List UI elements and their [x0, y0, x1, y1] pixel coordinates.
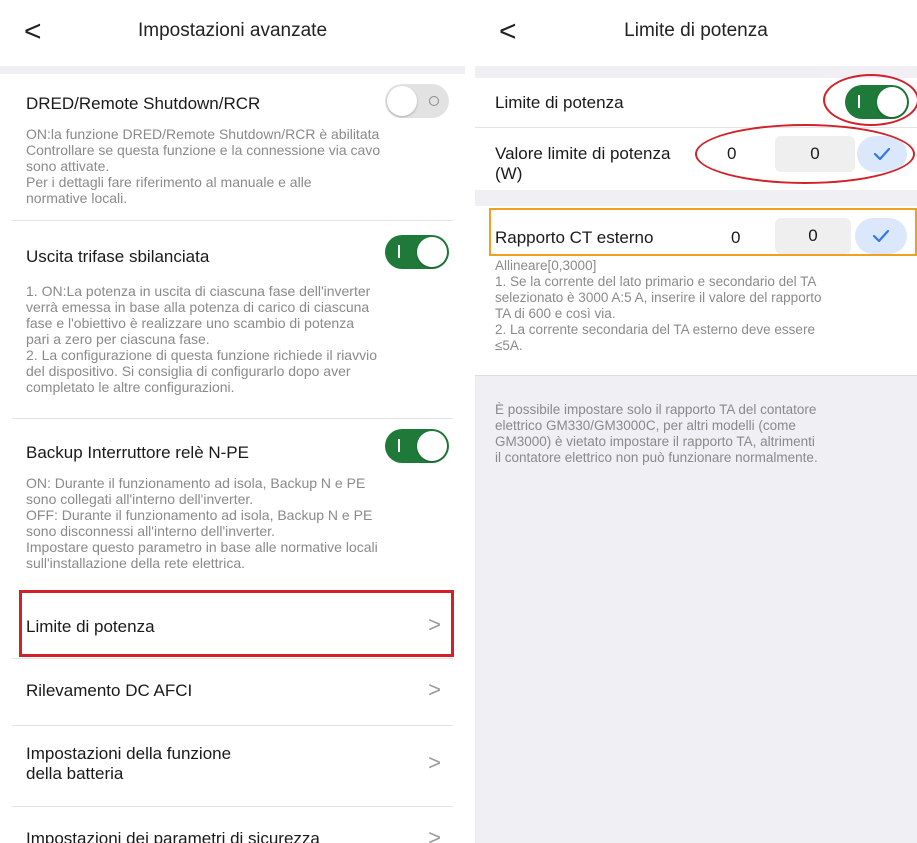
backup-relay-toggle[interactable]: [385, 429, 449, 463]
desc-line: sull'installazione della rete elettrica.: [26, 555, 246, 571]
nav-item-label: Impostazioni dei parametri di sicurezza: [26, 829, 320, 843]
dred-description: ON:la funzione DRED/Remote Shutdown/RCR …: [26, 126, 451, 206]
nav-item-label: Impostazioni della funzione della batter…: [26, 744, 231, 784]
header: < Impostazioni avanzate: [0, 0, 465, 66]
backup-relay-description: ON: Durante il funzionamento ad isola, B…: [26, 475, 451, 571]
desc-line: sono disconnessi all'interno dell'invert…: [26, 523, 275, 539]
power-value-label-line: (W): [495, 164, 523, 183]
chevron-right-icon: >: [428, 825, 441, 843]
desc-line: 1. ON:La potenza in uscita di ciascuna f…: [26, 283, 371, 299]
desc-line: ON:la funzione DRED/Remote Shutdown/RCR …: [26, 126, 380, 142]
dred-toggle[interactable]: [385, 84, 449, 118]
unbalanced-output-title: Uscita trifase sbilanciata: [26, 247, 210, 266]
chevron-right-icon: >: [428, 677, 441, 702]
desc-line: normative locali.: [26, 190, 128, 206]
nav-item-label-line: Impostazioni della funzione: [26, 744, 232, 763]
unbalanced-output-description: 1. ON:La potenza in uscita di ciascuna f…: [26, 283, 451, 395]
desc-line: ON: Durante il funzionamento ad isola, B…: [26, 475, 366, 491]
toggle-knob: [387, 86, 417, 116]
chevron-right-icon: >: [428, 750, 441, 775]
power-limit-label: Limite di potenza: [495, 93, 624, 112]
desc-line: sono collegati all'interno dell'inverter…: [26, 491, 254, 507]
note-line: elettrico GM330/GM3000C, per altri model…: [495, 418, 796, 433]
desc-line: 2. La corrente secondaria del TA esterno…: [495, 322, 815, 337]
page-title: Impostazioni avanzate: [137, 20, 328, 41]
toggle-off-icon: [429, 96, 439, 106]
advanced-settings-screen: < Impostazioni avanzate DRED/Remote Shut…: [0, 0, 465, 843]
unbalanced-output-section: Uscita trifase sbilanciata 1. ON:La pote…: [0, 221, 465, 417]
desc-line: OFF: Durante il funzionamento ad isola, …: [26, 507, 373, 523]
dred-title: DRED/Remote Shutdown/RCR: [26, 94, 261, 113]
note-line: È possibile impostare solo il rapporto T…: [495, 402, 817, 417]
power-value-label-line: Valore limite di potenza: [495, 144, 671, 163]
highlight-annotation: [489, 208, 917, 256]
desc-line: fase e l'obiettivo è realizzare uno scam…: [26, 315, 354, 331]
note-line: GM3000) è vietato impostare il rapporto …: [495, 434, 815, 449]
ct-ratio-description: Allineare[0,3000] 1. Se la corrente del …: [495, 258, 909, 354]
divider: [475, 190, 917, 206]
nav-item-safety-parameters[interactable]: Impostazioni dei parametri di sicurezza …: [0, 807, 465, 843]
dred-section: DRED/Remote Shutdown/RCR ON:la funzione …: [0, 74, 465, 218]
desc-line: Controllare se questa funzione e la conn…: [26, 142, 381, 158]
nav-item-label-line: della batteria: [26, 764, 124, 783]
power-limit-screen: < Limite di potenza Limite di potenza Va…: [475, 0, 917, 843]
page-title: Limite di potenza: [624, 20, 768, 41]
desc-line: Impostare questo parametro in base alle …: [26, 539, 378, 555]
desc-line: Per i dettagli fare riferimento al manua…: [26, 174, 312, 190]
meter-note: È possibile impostare solo il rapporto T…: [495, 402, 909, 466]
desc-line: verrà emessa in base alla potenza di car…: [26, 299, 370, 315]
toggle-on-icon: [398, 439, 400, 452]
divider: [0, 66, 465, 74]
backup-relay-title: Backup Interruttore relè N-PE: [26, 443, 249, 462]
toggle-knob: [417, 237, 447, 267]
power-value-label: Valore limite di potenza (W): [495, 144, 670, 184]
nav-item-label: Rilevamento DC AFCI: [26, 681, 193, 700]
toggle-knob: [417, 431, 447, 461]
nav-item-battery-settings[interactable]: Impostazioni della funzione della batter…: [0, 726, 465, 806]
desc-line: sono attivate.: [26, 158, 110, 174]
desc-line: 1. Se la corrente del lato primario e se…: [495, 274, 817, 289]
toggle-on-icon: [398, 245, 400, 258]
desc-line: Allineare[0,3000]: [495, 258, 597, 273]
highlight-annotation: [19, 590, 454, 657]
note-line: il contatore elettrico non può funzionar…: [495, 450, 818, 465]
highlight-annotation: [823, 74, 917, 126]
desc-line: completato le altre configurazioni.: [26, 379, 235, 395]
desc-line: pari a zero per ciascuna fase.: [26, 331, 210, 347]
backup-relay-section: Backup Interruttore relè N-PE ON: Durant…: [0, 419, 465, 589]
nav-item-dc-afci[interactable]: Rilevamento DC AFCI >: [0, 659, 465, 725]
desc-line: 2. La configurazione di questa funzione …: [26, 347, 377, 363]
desc-line: selezionato è 3000 A:5 A, inserire il va…: [495, 290, 822, 305]
header: < Limite di potenza: [475, 0, 917, 66]
desc-line: TA di 600 e così via.: [495, 306, 616, 321]
desc-line: ≤5A.: [495, 338, 523, 353]
highlight-annotation: [695, 124, 915, 184]
unbalanced-output-toggle[interactable]: [385, 235, 449, 269]
desc-line: del dispositivo. Si consiglia di configu…: [26, 363, 351, 379]
note-area: È possibile impostare solo il rapporto T…: [475, 376, 917, 843]
